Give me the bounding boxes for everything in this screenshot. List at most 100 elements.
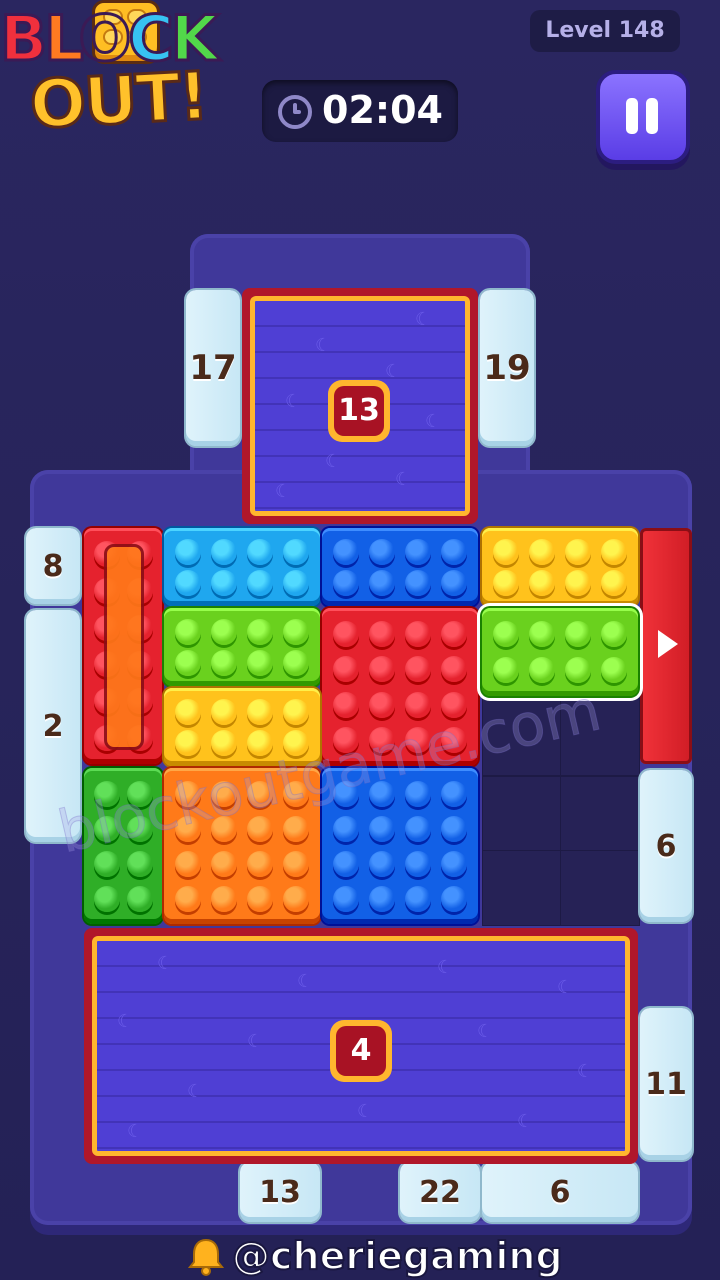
lego-stud	[333, 569, 359, 596]
lego-stud	[247, 850, 273, 877]
lego-stud	[601, 538, 627, 565]
gate-13-bottom-label: 13	[259, 1174, 301, 1210]
logo-line-2: OUT!	[27, 56, 211, 145]
lego-stud	[175, 698, 201, 725]
empty-cell	[482, 850, 562, 926]
gate-11: 11	[640, 1008, 692, 1160]
lego-stud	[283, 569, 309, 596]
lego-stud	[405, 885, 431, 912]
lego-stud	[601, 657, 627, 683]
level-label: Level 148	[530, 10, 680, 52]
gate-6-right: 6	[640, 770, 692, 922]
pause-button[interactable]	[596, 70, 690, 164]
lego-stud	[529, 621, 555, 647]
lego-stud	[333, 656, 359, 683]
lego-stud	[175, 618, 201, 645]
lego-stud	[405, 656, 431, 683]
counter-badge-bottom: 4	[330, 1020, 392, 1082]
gate-19: 19	[480, 290, 534, 446]
lego-stud	[369, 656, 395, 683]
lego-stud	[441, 656, 467, 683]
lego-stud	[369, 538, 395, 565]
lego-stud	[175, 729, 201, 756]
lego-stud	[369, 569, 395, 596]
lego-stud	[333, 538, 359, 565]
gate-8-label: 8	[42, 548, 64, 584]
lego-stud	[126, 850, 153, 877]
lego-stud	[441, 569, 467, 596]
lego-stud	[247, 538, 273, 565]
lego-stud	[175, 649, 201, 676]
lego-stud	[369, 885, 395, 912]
lego-stud	[369, 620, 395, 647]
lego-stud	[565, 538, 591, 565]
lego-stud	[601, 621, 627, 647]
lego-stud	[126, 885, 153, 912]
lego-stud	[211, 569, 237, 596]
lego-stud	[405, 850, 431, 877]
lego-stud	[211, 538, 237, 565]
timer-panel: 02:04	[262, 80, 458, 142]
lego-stud	[333, 850, 359, 877]
gate-2-label: 2	[42, 708, 64, 744]
lego-stud	[283, 885, 309, 912]
lego-stud	[283, 850, 309, 877]
lego-stud	[565, 569, 591, 596]
lego-stud	[493, 657, 519, 683]
counter-bottom-label: 4	[336, 1026, 386, 1076]
game-logo: BLOCK OUT!	[0, 0, 270, 150]
lego-stud	[405, 815, 431, 842]
lego-stud	[565, 621, 591, 647]
inner-orange-bar	[104, 544, 144, 750]
gate-6-bottom: 6	[482, 1162, 638, 1222]
yellow-top-block[interactable]	[482, 528, 638, 606]
lego-stud	[211, 729, 237, 756]
lego-stud	[247, 649, 273, 676]
lego-stud	[493, 538, 519, 565]
gate-8: 8	[26, 528, 80, 604]
lego-stud	[369, 815, 395, 842]
lego-stud	[211, 618, 237, 645]
lego-stud	[333, 620, 359, 647]
lego-stud	[333, 691, 359, 718]
lego-stud	[405, 620, 431, 647]
blue-top-block[interactable]	[322, 528, 478, 606]
lego-stud	[441, 885, 467, 912]
gate-19-label: 19	[483, 348, 531, 388]
lego-stud	[175, 569, 201, 596]
frozen-block-bottom[interactable]: ☾ ☾ ☾ ☾ ☾ ☾ ☾ ☾ ☾ ☾ ☾ ☾ 4	[84, 928, 638, 1164]
gate-17: 17	[186, 290, 240, 446]
lego-stud	[405, 538, 431, 565]
exit-arrow-icon	[658, 630, 678, 658]
lego-stud	[247, 618, 273, 645]
lego-stud	[529, 569, 555, 596]
lego-stud	[283, 698, 309, 725]
light-blue-block[interactable]	[164, 528, 320, 606]
gate-13-bottom: 13	[240, 1162, 320, 1222]
gate-17-label: 17	[189, 348, 237, 388]
lego-stud	[283, 538, 309, 565]
gate-22-label: 22	[419, 1174, 461, 1210]
counter-badge-top: 13	[328, 380, 390, 442]
lego-stud	[283, 618, 309, 645]
red-vertical-block[interactable]	[84, 528, 162, 764]
lego-stud	[441, 620, 467, 647]
lego-stud	[283, 649, 309, 676]
lego-stud	[211, 649, 237, 676]
gate-6-right-label: 6	[655, 828, 677, 864]
empty-cell	[482, 776, 562, 856]
lego-stud	[211, 850, 237, 877]
light-green-block[interactable]	[164, 608, 320, 686]
lego-stud	[441, 815, 467, 842]
lego-stud	[441, 850, 467, 877]
lego-stud	[441, 538, 467, 565]
lego-stud	[175, 538, 201, 565]
lego-stud	[493, 569, 519, 596]
frozen-block-top[interactable]: ☾ ☾ ☾ ☾ ☾ ☾ ☾ ☾ 13	[242, 288, 478, 524]
lego-stud	[93, 885, 120, 912]
gate-6-bottom-label: 6	[549, 1174, 571, 1210]
creator-handle: @cheriegaming	[231, 1233, 564, 1279]
lego-stud	[333, 815, 359, 842]
bell-icon	[187, 1238, 225, 1276]
lego-stud	[529, 538, 555, 565]
